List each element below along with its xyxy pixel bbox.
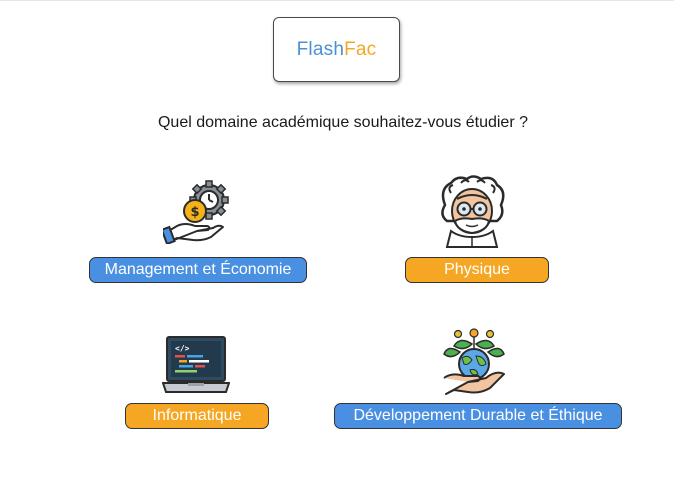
svg-text:</>: </> — [175, 344, 190, 353]
domain-developpement-durable-button[interactable]: Développement Durable et Éthique — [334, 403, 622, 429]
laptop-code-icon: </> — [162, 336, 230, 393]
flashfac-logo[interactable]: Flash Fac — [273, 17, 400, 82]
domain-physique-button[interactable]: Physique — [405, 257, 549, 283]
money-gear-hand-icon: $ — [163, 180, 229, 244]
top-divider — [0, 0, 674, 1]
question-heading: Quel domaine académique souhaitez-vous é… — [157, 114, 528, 131]
domain-informatique-button[interactable]: Informatique — [125, 403, 269, 429]
logo-text-flash: Flash — [296, 38, 345, 60]
scientist-icon — [441, 175, 505, 248]
logo-text-fac: Fac — [344, 38, 377, 60]
domain-management-economie-button[interactable]: Management et Économie — [89, 257, 307, 283]
svg-text:$: $ — [190, 205, 199, 220]
earth-plant-hand-icon — [443, 328, 505, 395]
